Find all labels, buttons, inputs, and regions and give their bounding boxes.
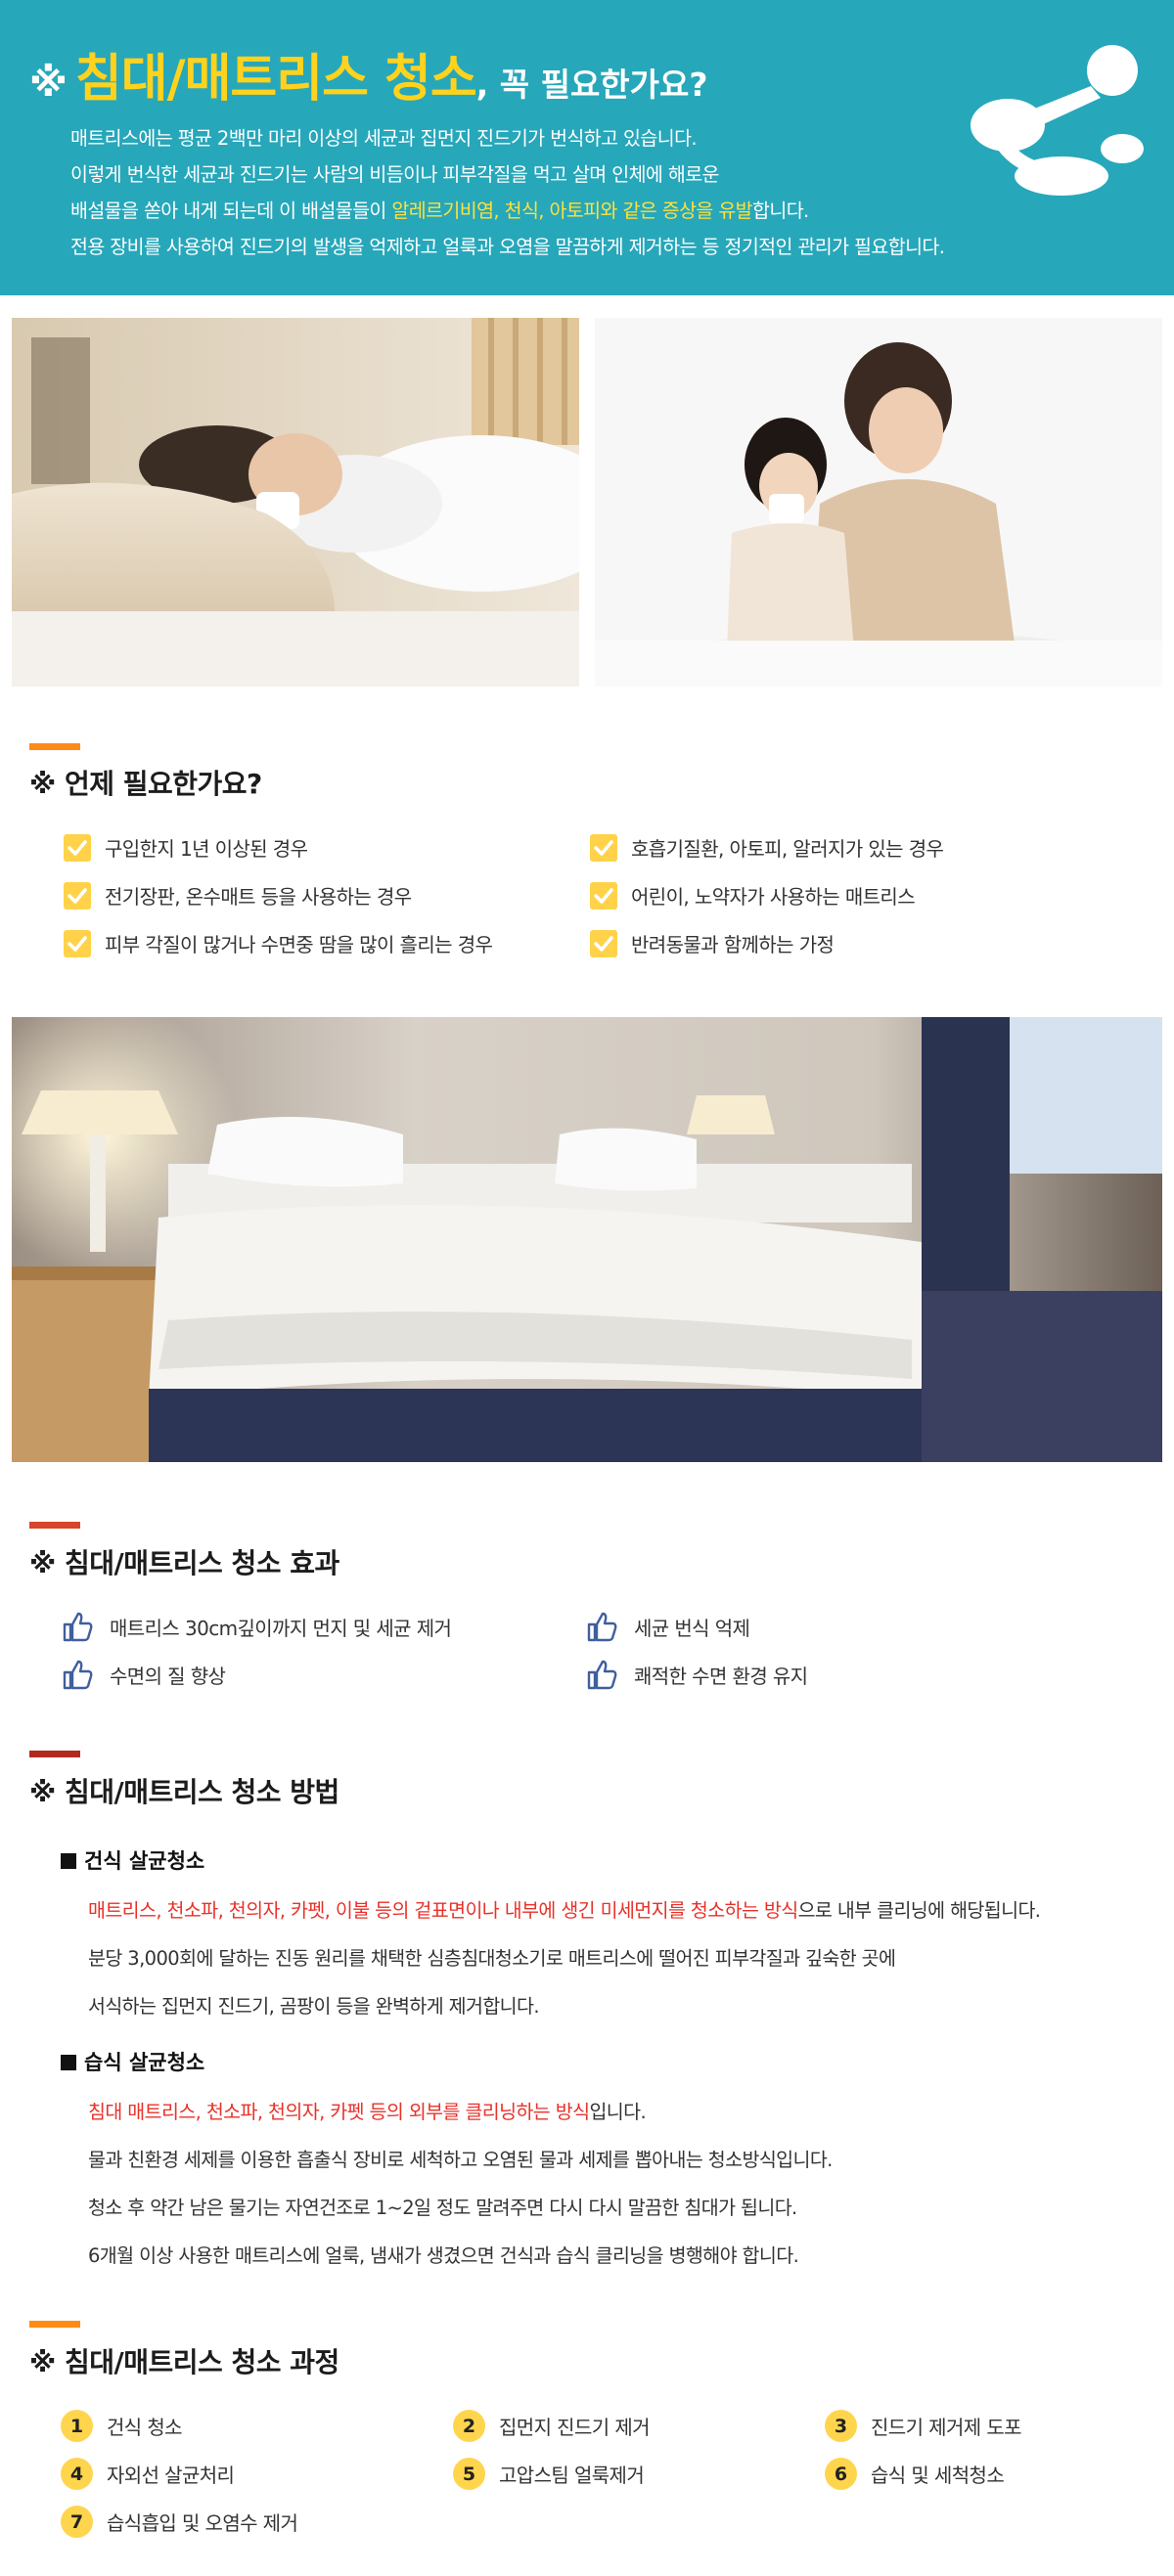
when-item-label: 피부 각질이 많거나 수면중 땀을 많이 흘리는 경우 xyxy=(105,933,493,956)
when-item-2: 전기장판, 온수매트 등을 사용하는 경우 xyxy=(64,881,412,910)
square-bullet-icon xyxy=(61,1853,76,1869)
square-bullet-icon xyxy=(61,2055,76,2070)
step-number-badge: 3 xyxy=(825,2410,857,2442)
hero-line-4: 전용 장비를 사용하여 진드기의 발생을 억제하고 얼룩과 오염을 말끔하게 제… xyxy=(70,236,945,258)
effect-item-label: 쾌적한 수면 환경 유지 xyxy=(634,1664,808,1688)
when-section-title: ※ 언제 필요한가요? xyxy=(29,768,262,800)
when-section-accent xyxy=(29,743,80,750)
wet-line-1-rest: 입니다. xyxy=(589,2101,647,2123)
thumbs-up-icon xyxy=(63,1660,93,1690)
step-label: 자외선 살균처리 xyxy=(107,2464,235,2487)
hero-title-rest: , 꼭 필요한가요? xyxy=(475,66,708,104)
when-item-4: 호흡기질환, 아토피, 알러지가 있는 경우 xyxy=(590,833,944,862)
process-step-4: 4 자외선 살균처리 xyxy=(61,2458,235,2490)
dry-line-2: 분당 3,000회에 달하는 진동 원리를 채택한 심층침대청소기로 매트리스에… xyxy=(88,1947,896,1970)
when-item-5: 어린이, 노약자가 사용하는 매트리스 xyxy=(590,881,916,910)
effect-item-label: 세균 번식 억제 xyxy=(634,1616,750,1640)
check-icon xyxy=(64,881,91,910)
wet-cleaning-heading: 습식 살균청소 xyxy=(61,2047,204,2076)
hero-line-3-post: 합니다. xyxy=(752,200,809,222)
thumbs-up-icon xyxy=(587,1612,617,1642)
check-icon xyxy=(590,881,617,910)
when-item-label: 반려동물과 함께하는 가정 xyxy=(631,933,835,956)
hero-title: ※ 침대/매트리스 청소, 꼭 필요한가요? xyxy=(29,37,708,111)
dry-cleaning-heading-text: 건식 살균청소 xyxy=(84,1849,205,1873)
wet-cleaning-heading-text: 습식 살균청소 xyxy=(84,2051,205,2074)
wet-line-1-red: 침대 매트리스, 천소파, 천의자, 카펫 등의 외부를 클리닝하는 방식 xyxy=(88,2101,590,2123)
step-number-badge: 4 xyxy=(61,2458,93,2490)
dry-line-3: 서식하는 집먼지 진드기, 곰팡이 등을 완벽하게 제거합니다. xyxy=(88,1995,540,2018)
sick-woman-in-bed-photo xyxy=(12,318,579,687)
dry-line-1-red: 매트리스, 천소파, 천의자, 카펫, 이불 등의 겉표면이나 내부에 생긴 미… xyxy=(88,1899,798,1922)
hero-line-3-highlight: 알레르기비염, 천식, 아토피와 같은 증상을 유발 xyxy=(391,200,753,222)
mite-decoration-icon xyxy=(971,45,1144,196)
thumbs-up-icon xyxy=(587,1660,617,1690)
wet-line-1: 침대 매트리스, 천소파, 천의자, 카펫 등의 외부를 클리닝하는 방식입니다… xyxy=(88,2096,647,2124)
process-section-accent xyxy=(29,2321,80,2328)
step-number-badge: 7 xyxy=(61,2506,93,2538)
wet-line-4: 6개월 이상 사용한 매트리스에 얼룩, 냄새가 생겼으면 건식과 습식 클리닝… xyxy=(88,2244,799,2267)
effect-section-accent xyxy=(29,1522,80,1529)
when-item-1: 구입한지 1년 이상된 경우 xyxy=(64,833,308,862)
when-item-label: 호흡기질환, 아토피, 알러지가 있는 경우 xyxy=(631,837,944,861)
method-section-title: ※ 침대/매트리스 청소 방법 xyxy=(29,1776,339,1808)
check-icon xyxy=(64,929,91,957)
dry-line-1: 매트리스, 천소파, 천의자, 카펫, 이불 등의 겉표면이나 내부에 생긴 미… xyxy=(88,1894,1041,1923)
wet-line-2: 물과 친환경 세제를 이용한 흡출식 장비로 세척하고 오염된 물과 세제를 뽑… xyxy=(88,2149,833,2171)
hero-description: 매트리스에는 평균 2백만 마리 이상의 세균과 집먼지 진드기가 번식하고 있… xyxy=(70,120,1059,265)
step-number-badge: 2 xyxy=(453,2410,485,2442)
hotel-bed-photo xyxy=(12,1017,1162,1462)
step-label: 습식흡입 및 오염수 제거 xyxy=(107,2511,298,2535)
hero-title-mark: ※ xyxy=(29,61,68,106)
step-label: 집먼지 진드기 제거 xyxy=(499,2416,651,2439)
hero-line-3-pre: 배설물을 쏟아 내게 되는데 이 배설물들이 xyxy=(70,200,392,222)
step-number-badge: 6 xyxy=(825,2458,857,2490)
when-item-6: 반려동물과 함께하는 가정 xyxy=(590,929,835,957)
dry-line-1-rest: 으로 내부 클리닝에 해당됩니다. xyxy=(797,1899,1041,1922)
effect-section-title: ※ 침대/매트리스 청소 효과 xyxy=(29,1547,339,1579)
when-item-label: 구입한지 1년 이상된 경우 xyxy=(105,837,308,861)
hero-line-1: 매트리스에는 평균 2백만 마리 이상의 세균과 집먼지 진드기가 번식하고 있… xyxy=(70,127,698,150)
step-label: 건식 청소 xyxy=(107,2416,183,2439)
hero-line-2: 이렇게 번식한 세균과 진드기는 사람의 비듬이나 피부각질을 먹고 살며 인체… xyxy=(70,163,719,186)
effect-item-1: 매트리스 30cm깊이까지 먼지 및 세균 제거 xyxy=(61,1610,452,1643)
step-label: 진드기 제거제 도포 xyxy=(871,2416,1022,2439)
step-number-badge: 1 xyxy=(61,2410,93,2442)
hero-title-main: 침대/매트리스 청소 xyxy=(74,50,477,109)
step-label: 고압스팀 얼룩제거 xyxy=(499,2464,645,2487)
step-number-badge: 5 xyxy=(453,2458,485,2490)
effect-item-2: 수면의 질 향상 xyxy=(61,1658,226,1691)
check-icon xyxy=(64,833,91,862)
dry-cleaning-heading: 건식 살균청소 xyxy=(61,1845,204,1875)
when-item-3: 피부 각질이 많거나 수면중 땀을 많이 흘리는 경우 xyxy=(64,929,493,957)
effect-item-4: 쾌적한 수면 환경 유지 xyxy=(585,1658,808,1691)
hero-line-3: 배설물을 쏟아 내게 되는데 이 배설물들이 알레르기비염, 천식, 아토피와 … xyxy=(70,193,1059,229)
when-item-label: 전기장판, 온수매트 등을 사용하는 경우 xyxy=(105,885,412,909)
when-item-label: 어린이, 노약자가 사용하는 매트리스 xyxy=(631,885,916,909)
effect-item-label: 매트리스 30cm깊이까지 먼지 및 세균 제거 xyxy=(110,1616,452,1640)
thumbs-up-icon xyxy=(63,1612,93,1642)
step-label: 습식 및 세척청소 xyxy=(871,2464,1005,2487)
check-icon xyxy=(590,929,617,957)
process-section-title: ※ 침대/매트리스 청소 과정 xyxy=(29,2346,339,2378)
process-step-5: 5 고압스팀 얼룩제거 xyxy=(453,2458,645,2490)
mother-and-child-photo xyxy=(595,318,1162,687)
method-section-accent xyxy=(29,1751,80,1757)
process-step-2: 2 집먼지 진드기 제거 xyxy=(453,2410,651,2442)
effect-item-3: 세균 번식 억제 xyxy=(585,1610,750,1643)
process-step-3: 3 진드기 제거제 도포 xyxy=(825,2410,1022,2442)
process-step-1: 1 건식 청소 xyxy=(61,2410,183,2442)
check-icon xyxy=(590,833,617,862)
process-step-6: 6 습식 및 세척청소 xyxy=(825,2458,1005,2490)
process-step-7: 7 습식흡입 및 오염수 제거 xyxy=(61,2506,298,2538)
effect-item-label: 수면의 질 향상 xyxy=(110,1664,226,1688)
hero-banner: ※ 침대/매트리스 청소, 꼭 필요한가요? 매트리스에는 평균 2백만 마리 이… xyxy=(0,0,1174,295)
wet-line-3: 청소 후 약간 남은 물기는 자연건조로 1~2일 정도 말려주면 다시 다시 … xyxy=(88,2197,797,2219)
